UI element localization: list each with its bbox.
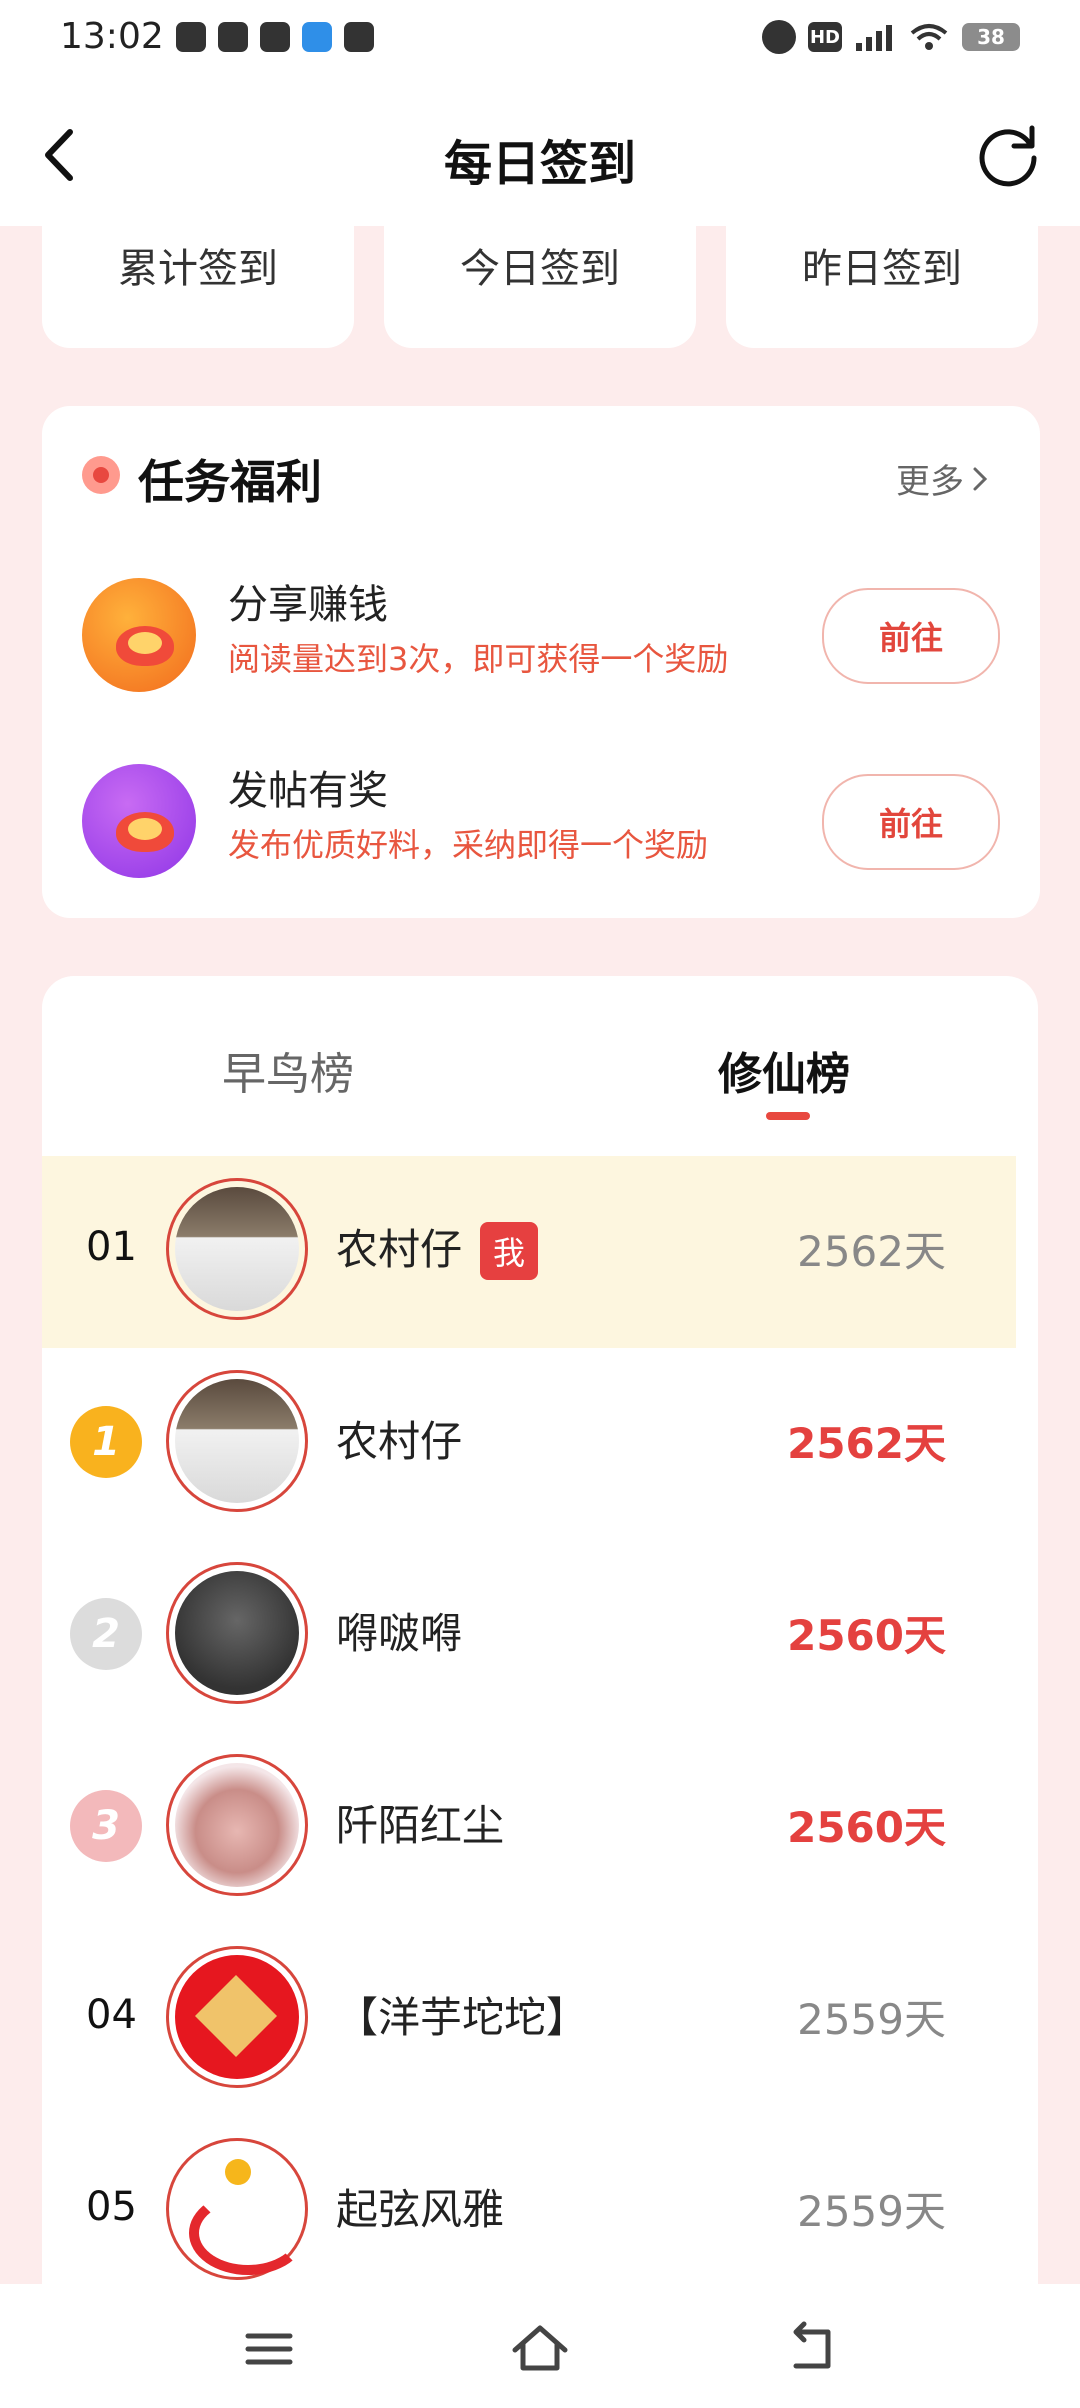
rank-name: 农村仔 <box>336 1225 463 1274</box>
me-badge: 我 <box>480 1222 538 1280</box>
tab-early-bird[interactable]: 早鸟榜 <box>222 1038 354 1102</box>
more-label: 更多 <box>896 462 964 502</box>
avatar <box>166 1754 308 1896</box>
rank-name: 阡陌红尘 <box>336 1801 505 1850</box>
share-reward-icon <box>82 578 196 692</box>
rank-row[interactable]: 05 起弦风雅 2559天 <box>42 2116 1016 2284</box>
stat-label-total: 累计签到 <box>118 246 278 292</box>
chevron-right-icon <box>973 467 988 490</box>
hd-icon: HD <box>808 22 842 52</box>
stat-card-total: 累计签到 <box>42 226 354 348</box>
bronze-medal-icon: 3 <box>70 1790 142 1862</box>
task-name: 发帖有奖 <box>228 768 388 814</box>
app-notification-icon <box>176 22 206 52</box>
rank-row[interactable]: 1 农村仔 2562天 <box>42 1348 1016 1540</box>
go-button-share[interactable]: 前往 <box>822 588 1000 684</box>
header: 每日签到 <box>0 84 1080 226</box>
rank-days: 2559天 <box>797 1995 946 2044</box>
task-desc: 阅读量达到3次，即可获得一个奖励 <box>228 640 729 678</box>
task-item-post: 发帖有奖 发布优质好料，采纳即得一个奖励 前往 <box>42 740 1040 900</box>
gold-medal-icon: 1 <box>70 1406 142 1478</box>
rank-days: 2560天 <box>787 1611 946 1660</box>
video-icon <box>344 22 374 52</box>
stat-card-yesterday: 昨日签到 <box>726 226 1038 348</box>
rank-days: 2560天 <box>787 1803 946 1852</box>
ranking-card: 早鸟榜 修仙榜 01 农村仔 我 2562天 1 农村仔 2562天 2 嘚啵嘚… <box>42 976 1038 2284</box>
avatar <box>166 1370 308 1512</box>
rank-name: 嘚啵嘚 <box>336 1609 463 1658</box>
rank-days: 2562天 <box>787 1419 946 1468</box>
my-rank-row[interactable]: 01 农村仔 我 2562天 <box>42 1156 1016 1348</box>
avatar <box>166 1562 308 1704</box>
avatar <box>166 1178 308 1320</box>
system-nav-bar <box>0 2284 1080 2408</box>
rank-days: 2559天 <box>797 2187 946 2236</box>
alarm-icon <box>762 20 796 54</box>
wechat-icon <box>218 22 248 52</box>
battery-icon: 38 <box>962 23 1020 51</box>
status-app-icons <box>176 22 374 52</box>
rank-number: 05 <box>86 2184 137 2230</box>
rank-row[interactable]: 3 阡陌红尘 2560天 <box>42 1732 1016 1924</box>
status-bar: 13:02 HD 38 <box>0 0 1080 84</box>
back-nav-icon[interactable] <box>776 2314 846 2384</box>
signal-icon <box>856 25 892 51</box>
task-desc: 发布优质好料，采纳即得一个奖励 <box>228 826 709 864</box>
task-item-share: 分享赚钱 阅读量达到3次，即可获得一个奖励 前往 <box>42 554 1040 714</box>
status-time: 13:02 <box>60 16 164 57</box>
stat-label-today: 今日签到 <box>460 246 620 292</box>
rank-name: 【洋芋坨坨】 <box>336 1993 589 2042</box>
go-button-post[interactable]: 前往 <box>822 774 1000 870</box>
avatar <box>166 2138 308 2280</box>
active-tab-indicator <box>766 1112 810 1120</box>
send-icon <box>302 22 332 52</box>
tiktok-icon <box>260 22 290 52</box>
rank-row[interactable]: 04 【洋芋坨坨】 2559天 <box>42 1924 1016 2116</box>
rank-number: 04 <box>86 1992 137 2038</box>
status-indicators: HD 38 <box>762 20 1020 54</box>
silver-medal-icon: 2 <box>70 1598 142 1670</box>
refresh-button[interactable] <box>974 120 1044 190</box>
page-title: 每日签到 <box>443 136 636 192</box>
rank-name: 农村仔 <box>336 1417 463 1466</box>
home-icon[interactable] <box>505 2314 575 2384</box>
tab-immortal[interactable]: 修仙榜 <box>718 1038 850 1102</box>
wifi-icon <box>910 24 948 50</box>
stat-card-today: 今日签到 <box>384 226 696 348</box>
rank-row[interactable]: 2 嘚啵嘚 2560天 <box>42 1540 1016 1732</box>
tasks-card: 任务福利 更多 分享赚钱 阅读量达到3次，即可获得一个奖励 前往 发帖有奖 发布… <box>42 406 1040 918</box>
tasks-title-dot-icon <box>82 456 120 494</box>
avatar <box>166 1946 308 2088</box>
rank-days: 2562天 <box>797 1227 946 1276</box>
menu-icon[interactable] <box>234 2314 304 2384</box>
rank-number: 01 <box>86 1224 137 1270</box>
tasks-title: 任务福利 <box>138 455 322 509</box>
stat-label-yesterday: 昨日签到 <box>802 246 962 292</box>
rank-name: 起弦风雅 <box>336 2185 505 2234</box>
more-link[interactable]: 更多 <box>896 454 990 503</box>
task-name: 分享赚钱 <box>228 582 388 628</box>
post-reward-icon <box>82 764 196 878</box>
